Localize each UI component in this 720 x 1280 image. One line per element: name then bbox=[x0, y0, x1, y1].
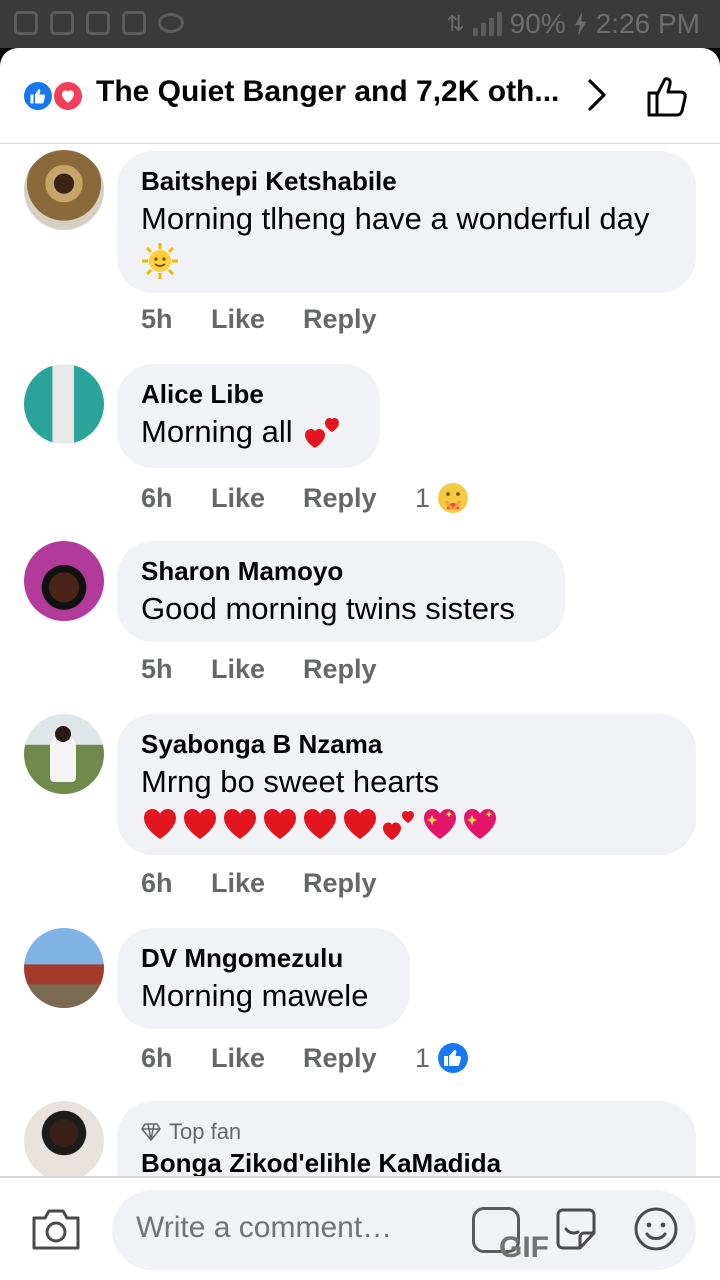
comment-time[interactable]: 6h bbox=[141, 1043, 211, 1074]
top-fan-label: Top fan bbox=[169, 1119, 242, 1144]
comments-sheet: The Quiet Banger and 7,2K oth... Baitshe… bbox=[0, 48, 720, 1280]
comment-text: Morning mawele bbox=[141, 978, 369, 1013]
data-icon: ⇅ bbox=[446, 11, 465, 36]
comment-text-content: Morning all bbox=[141, 414, 293, 449]
red-heart-icon bbox=[264, 809, 296, 839]
avatar[interactable] bbox=[24, 541, 104, 621]
emoji-row bbox=[141, 241, 672, 281]
reaction-count[interactable]: 1 bbox=[415, 481, 470, 515]
camera-icon[interactable] bbox=[30, 1206, 82, 1252]
comment-actions: 5h Like Reply bbox=[141, 654, 415, 685]
avatar[interactable] bbox=[24, 1101, 104, 1176]
like-link[interactable]: Like bbox=[211, 868, 303, 899]
reply-link[interactable]: Reply bbox=[303, 1043, 415, 1074]
reaction-icons bbox=[22, 80, 88, 112]
like-link[interactable]: Like bbox=[211, 654, 303, 685]
avatar-figure bbox=[50, 736, 76, 782]
comment-author[interactable]: DV Mngomezulu bbox=[141, 942, 386, 974]
comment-time[interactable]: 6h bbox=[141, 483, 211, 514]
notification-icon bbox=[14, 11, 38, 35]
comment-author[interactable]: Syabonga B Nzama bbox=[141, 728, 672, 760]
comment-bubble[interactable]: Alice Libe Morning all bbox=[117, 364, 380, 468]
image-notification-icon bbox=[50, 11, 74, 35]
instagram-icon bbox=[122, 11, 146, 35]
comment-input-placeholder: Write a comment… bbox=[136, 1211, 393, 1244]
comment-author[interactable]: Bonga Zikod'elihle KaMadida bbox=[141, 1147, 672, 1176]
emoji-row bbox=[141, 804, 672, 844]
comment-bubble[interactable]: Baitshepi Ketshabile Morning tlheng have… bbox=[117, 151, 696, 293]
like-link[interactable]: Like bbox=[211, 1043, 303, 1074]
sparkling-heart-icon bbox=[424, 809, 456, 839]
comment-text: Good morning twins sisters bbox=[141, 591, 515, 626]
red-heart-icon bbox=[184, 809, 216, 839]
two-hearts-icon bbox=[383, 811, 414, 840]
reaction-count[interactable]: 1 bbox=[415, 1041, 470, 1075]
avatar[interactable] bbox=[24, 364, 104, 444]
like-link[interactable]: Like bbox=[211, 483, 303, 514]
status-right: ⇅ 90% 2:26 PM bbox=[446, 8, 700, 40]
avatar-head bbox=[55, 726, 71, 742]
avatar[interactable] bbox=[24, 928, 104, 1008]
avatar[interactable] bbox=[24, 150, 104, 230]
diamond-icon bbox=[141, 1123, 161, 1141]
reactions-summary[interactable]: The Quiet Banger and 7,2K oth... bbox=[96, 75, 559, 109]
like-button-icon[interactable] bbox=[646, 74, 690, 118]
comment-time[interactable]: 5h bbox=[141, 304, 211, 335]
reply-link[interactable]: Reply bbox=[303, 654, 415, 685]
love-reaction-icon bbox=[52, 80, 84, 112]
red-heart-icon bbox=[144, 809, 176, 839]
sticker-icon[interactable] bbox=[552, 1205, 600, 1253]
avatar[interactable] bbox=[24, 714, 104, 794]
reaction-count-number: 1 bbox=[415, 1042, 431, 1073]
comment-actions: 6h Like Reply bbox=[141, 868, 415, 899]
care-reaction-icon bbox=[438, 483, 469, 513]
comment-time[interactable]: 6h bbox=[141, 868, 211, 899]
like-reaction-icon bbox=[22, 80, 54, 112]
comment-actions: 6h Like Reply 1 bbox=[141, 481, 470, 515]
comment-text: Mrng bo sweet hearts bbox=[141, 764, 440, 799]
comment-input[interactable]: Write a comment… GIF bbox=[112, 1190, 696, 1270]
clock: 2:26 PM bbox=[595, 8, 700, 39]
gif-label: GIF bbox=[499, 1231, 549, 1264]
top-fan-badge: Top fan bbox=[141, 1119, 672, 1145]
comment-composer: Write a comment… GIF bbox=[0, 1176, 720, 1280]
comment-actions: 6h Like Reply 1 bbox=[141, 1041, 470, 1075]
status-bar: ⇅ 90% 2:26 PM bbox=[0, 0, 720, 48]
sparkling-heart-icon bbox=[464, 809, 496, 839]
like-reaction-icon bbox=[438, 1043, 469, 1073]
reactions-header[interactable]: The Quiet Banger and 7,2K oth... bbox=[0, 48, 720, 144]
comment-bubble[interactable]: Syabonga B Nzama Mrng bo sweet hearts bbox=[117, 714, 696, 855]
reply-link[interactable]: Reply bbox=[303, 868, 415, 899]
reply-link[interactable]: Reply bbox=[303, 483, 415, 514]
battery-level: 90% bbox=[509, 8, 566, 39]
like-link[interactable]: Like bbox=[211, 304, 303, 335]
emoji-icon[interactable] bbox=[632, 1205, 680, 1253]
red-heart-icon bbox=[344, 809, 376, 839]
reaction-count-number: 1 bbox=[415, 482, 431, 513]
comment-bubble[interactable]: Top fan Bonga Zikod'elihle KaMadida bbox=[117, 1101, 696, 1176]
comment-time[interactable]: 5h bbox=[141, 654, 211, 685]
comment-actions: 5h Like Reply bbox=[141, 304, 415, 335]
chevron-right-icon[interactable] bbox=[586, 78, 608, 112]
comment-author[interactable]: Alice Libe bbox=[141, 378, 356, 410]
red-heart-icon bbox=[304, 809, 336, 839]
comment-text: Morning all bbox=[141, 412, 356, 452]
gif-button[interactable]: GIF bbox=[472, 1207, 549, 1264]
comment-bubble[interactable]: Sharon Mamoyo Good morning twins sisters bbox=[117, 541, 565, 642]
notification-icons bbox=[14, 11, 184, 35]
reply-link[interactable]: Reply bbox=[303, 304, 415, 335]
red-heart-icon bbox=[224, 809, 256, 839]
comment-author[interactable]: Baitshepi Ketshabile bbox=[141, 165, 672, 197]
comment-text: Morning tlheng have a wonderful day bbox=[141, 201, 650, 236]
comment-bubble[interactable]: DV Mngomezulu Morning mawele bbox=[117, 928, 410, 1029]
comment-author[interactable]: Sharon Mamoyo bbox=[141, 555, 541, 587]
two-hearts-icon bbox=[304, 418, 339, 448]
comments-list: Baitshepi Ketshabile Morning tlheng have… bbox=[0, 144, 720, 1176]
signal-icon bbox=[472, 12, 502, 36]
sun-with-face-icon bbox=[142, 243, 178, 279]
battery-charging-icon bbox=[575, 12, 587, 36]
instagram-icon bbox=[86, 11, 110, 35]
game-icon bbox=[158, 13, 184, 33]
